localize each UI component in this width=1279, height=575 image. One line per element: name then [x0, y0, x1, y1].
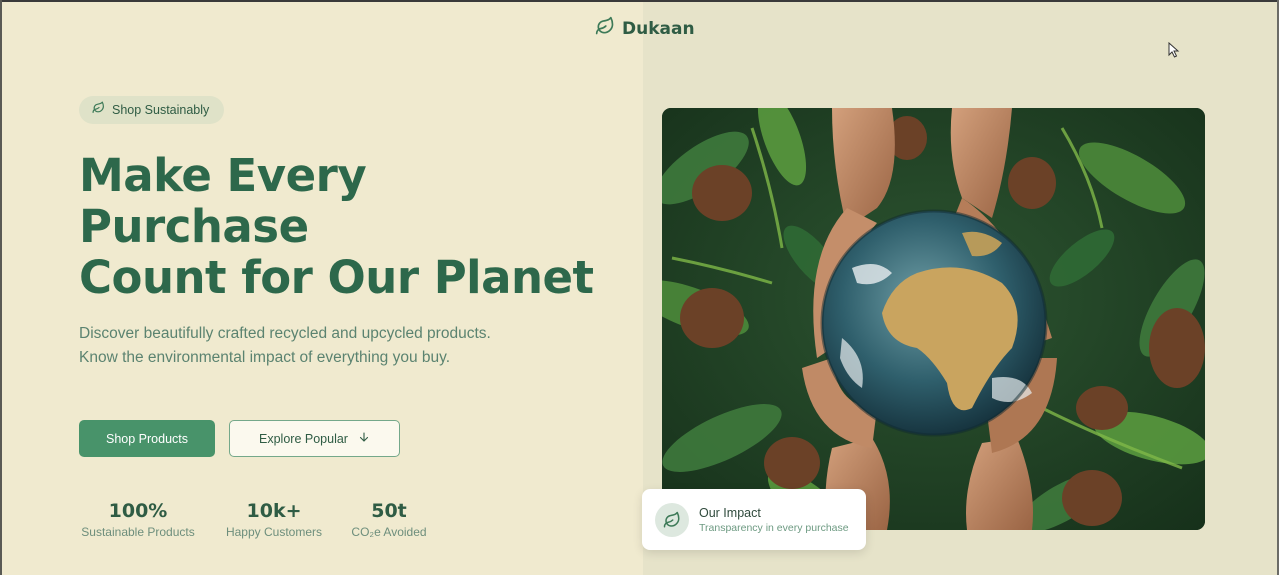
badge-label: Shop Sustainably [112, 103, 210, 117]
impact-card-title: Our Impact [699, 505, 761, 520]
hero-description: Discover beautifully crafted recycled an… [79, 325, 491, 366]
stat-label: Happy Customers [225, 525, 323, 539]
stat-label: CO₂e Avoided [351, 525, 427, 539]
hero-image [662, 108, 1205, 530]
explore-popular-label: Explore Popular [259, 431, 348, 446]
stat-value: 50t [371, 500, 407, 522]
stat-value: 100% [108, 500, 168, 522]
mouse-cursor-icon [1168, 41, 1180, 63]
window-left-border [0, 0, 2, 575]
brand-name: Dukaan [622, 18, 695, 39]
shop-products-label: Shop Products [106, 431, 188, 446]
shop-sustainably-badge: Shop Sustainably [79, 96, 224, 124]
stat-happy-customers: 10k+ Happy Customers [222, 500, 326, 539]
headline-line-3: Count for Our Planet [79, 251, 594, 304]
leaf-icon [92, 101, 105, 119]
leaf-icon [655, 502, 689, 537]
shop-products-button[interactable]: Shop Products [79, 420, 215, 457]
stat-co2-avoided: 50t CO₂e Avoided [350, 500, 428, 539]
hands-holding-earth-illustration [662, 108, 1205, 530]
leaf-icon [595, 16, 615, 41]
impact-card-subtitle: Transparency in every purchase [699, 521, 849, 534]
stat-label: Sustainable Products [81, 525, 195, 539]
arrow-down-icon [358, 431, 370, 446]
stat-value: 10k+ [246, 500, 302, 522]
stat-sustainable-products: 100% Sustainable Products [79, 500, 197, 539]
impact-card-text: Our Impact Transparency in every purchas… [699, 506, 849, 534]
headline-line-2: Purchase [79, 200, 309, 253]
headline-line-1: Make Every [79, 149, 367, 202]
brand-logo[interactable]: Dukaan [595, 16, 695, 41]
hero-headline: Make Every Purchase Count for Our Planet [79, 150, 639, 303]
our-impact-card[interactable]: Our Impact Transparency in every purchas… [642, 489, 866, 550]
explore-popular-button[interactable]: Explore Popular [229, 420, 400, 457]
